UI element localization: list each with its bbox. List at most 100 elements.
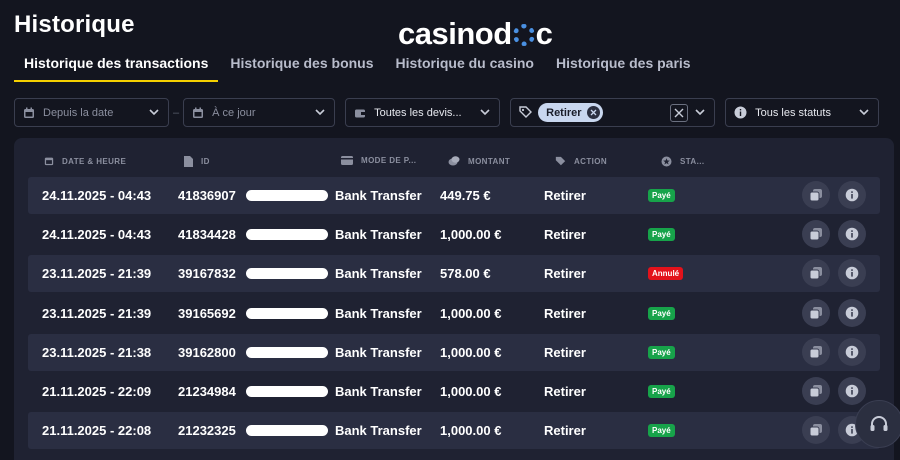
status-badge: Payé	[648, 306, 675, 320]
row-method: Bank Transfer	[335, 188, 422, 203]
table-row[interactable]: 24.11.2025 - 04:43 41834428 Bank Transfer 1…	[28, 216, 880, 253]
chevron-down-icon	[315, 109, 325, 116]
row-action: Retirer	[544, 188, 586, 203]
table-row[interactable]: 23.11.2025 - 21:39 39165692 Bank Transfer 1…	[28, 295, 880, 332]
row-date: 23.11.2025 - 21:39	[42, 266, 152, 282]
tab-transactions[interactable]: Historique des transactions	[14, 52, 219, 82]
table-row[interactable]: 24.11.2025 - 04:43 41836907 Bank Transfer 4…	[28, 177, 880, 214]
date-to-picker[interactable]: À ce jour	[183, 98, 336, 127]
table-row[interactable]: 21.11.2025 - 22:09 21234984 Bank Transfer 1…	[28, 373, 880, 410]
details-button[interactable]	[838, 298, 866, 327]
info-icon	[845, 345, 859, 359]
logo-chip-icon	[512, 24, 535, 46]
row-action: Retirer	[544, 266, 586, 282]
info-icon	[845, 188, 859, 202]
copy-button[interactable]	[802, 220, 830, 249]
copy-icon	[809, 385, 822, 398]
redaction-mask	[246, 268, 328, 280]
row-id: 41836907	[178, 188, 236, 203]
row-amount: 1,000.00 €	[440, 344, 502, 360]
filter-bar: Depuis la date – À ce jour Toutes les de…	[14, 98, 880, 127]
transactions-table: DATE & HEURE ID MODE DE P... MONTANT ACT…	[14, 138, 894, 460]
tab-bonus[interactable]: Historique des bonus	[220, 52, 383, 82]
row-method: Bank Transfer	[335, 423, 422, 439]
header-id-label: ID	[201, 157, 210, 166]
page-title: Historique	[14, 11, 135, 38]
table-row[interactable]: 23.11.2025 - 21:38 39162800 Bank Transfer 1…	[28, 333, 880, 371]
calendar-icon	[24, 107, 34, 118]
row-date: 21.11.2025 - 22:09	[42, 384, 152, 399]
header-date-label: DATE & HEURE	[62, 156, 127, 166]
copy-button[interactable]	[802, 377, 830, 405]
row-date: 21.11.2025 - 22:08	[42, 423, 152, 439]
status-select[interactable]: Tous les statuts	[725, 98, 880, 127]
table-row[interactable]: 21.11.2025 - 22:08 21232325 Bank Transfer 1…	[28, 412, 880, 450]
row-action: Retirer	[544, 227, 586, 243]
logo-text: casino	[398, 16, 494, 51]
row-date: 23.11.2025 - 21:39	[42, 305, 152, 321]
copy-button[interactable]	[802, 181, 830, 209]
header-id[interactable]: ID	[184, 156, 210, 167]
row-action: Retirer	[544, 305, 586, 321]
details-button[interactable]	[838, 220, 866, 249]
copy-button[interactable]	[802, 416, 830, 445]
date-from-picker[interactable]: Depuis la date	[14, 98, 169, 127]
support-chat-button[interactable]	[855, 400, 900, 448]
header-status[interactable]: STA...	[661, 156, 704, 167]
header-action[interactable]: ACTION	[555, 156, 607, 167]
chevron-down-icon	[480, 109, 490, 116]
calendar-icon	[44, 157, 54, 166]
table-row[interactable]: 23.11.2025 - 21:39 39167832 Bank Transfer 5…	[28, 255, 880, 293]
row-id: 39162800	[178, 344, 236, 360]
status-badge: Payé	[648, 189, 675, 202]
row-action: Retirer	[544, 344, 586, 360]
row-amount: 1,000.00 €	[440, 305, 502, 321]
details-button[interactable]	[838, 337, 866, 366]
row-method: Bank Transfer	[335, 266, 422, 282]
redaction-mask	[246, 190, 328, 201]
row-action: Retirer	[544, 423, 586, 439]
row-method: Bank Transfer	[335, 384, 422, 399]
chevron-down-icon	[149, 109, 159, 116]
logo-text-d: d	[493, 16, 512, 51]
status-badge: Payé	[648, 424, 675, 438]
logo-text-c: c	[535, 16, 553, 51]
header-amount-label: MONTANT	[468, 156, 511, 166]
copy-icon	[809, 424, 822, 437]
row-id: 39167832	[178, 266, 236, 282]
copy-button[interactable]	[802, 298, 830, 327]
copy-button[interactable]	[802, 259, 830, 288]
details-button[interactable]	[838, 181, 866, 209]
tab-bets[interactable]: Historique des paris	[546, 52, 701, 82]
headset-icon	[870, 416, 888, 431]
chip-remove-icon[interactable]	[586, 106, 600, 119]
row-amount: 1,000.00 €	[440, 227, 502, 243]
row-date: 23.11.2025 - 21:38	[42, 344, 152, 360]
details-button[interactable]	[838, 377, 866, 405]
header-amount[interactable]: MONTANT	[448, 156, 510, 166]
header-date[interactable]: DATE & HEURE	[44, 156, 126, 166]
copy-icon	[809, 189, 822, 202]
row-method: Bank Transfer	[335, 305, 422, 321]
copy-icon	[809, 228, 822, 241]
details-button[interactable]	[838, 259, 866, 288]
date-from-placeholder: Depuis la date	[43, 106, 114, 119]
action-select[interactable]: Retirer	[510, 98, 716, 127]
copy-icon	[809, 345, 822, 359]
redaction-mask	[246, 307, 328, 319]
tab-casino[interactable]: Historique du casino	[386, 52, 544, 82]
selected-action-chip: Retirer	[538, 103, 603, 122]
redaction-mask	[246, 386, 328, 397]
copy-button[interactable]	[802, 337, 830, 366]
tag-icon	[519, 106, 533, 118]
history-tabs: Historique des transactions Historique d…	[14, 52, 703, 84]
header-method[interactable]: MODE DE P...	[341, 156, 416, 165]
status-badge: Payé	[648, 345, 675, 359]
info-icon	[734, 106, 747, 119]
casinodoc-logo[interactable]: casino d c	[398, 16, 553, 52]
info-icon	[845, 227, 859, 241]
clear-icon[interactable]	[670, 104, 689, 122]
date-to-placeholder: À ce jour	[212, 106, 256, 119]
currency-select[interactable]: Toutes les devis...	[345, 98, 501, 127]
calendar-icon	[193, 107, 204, 118]
